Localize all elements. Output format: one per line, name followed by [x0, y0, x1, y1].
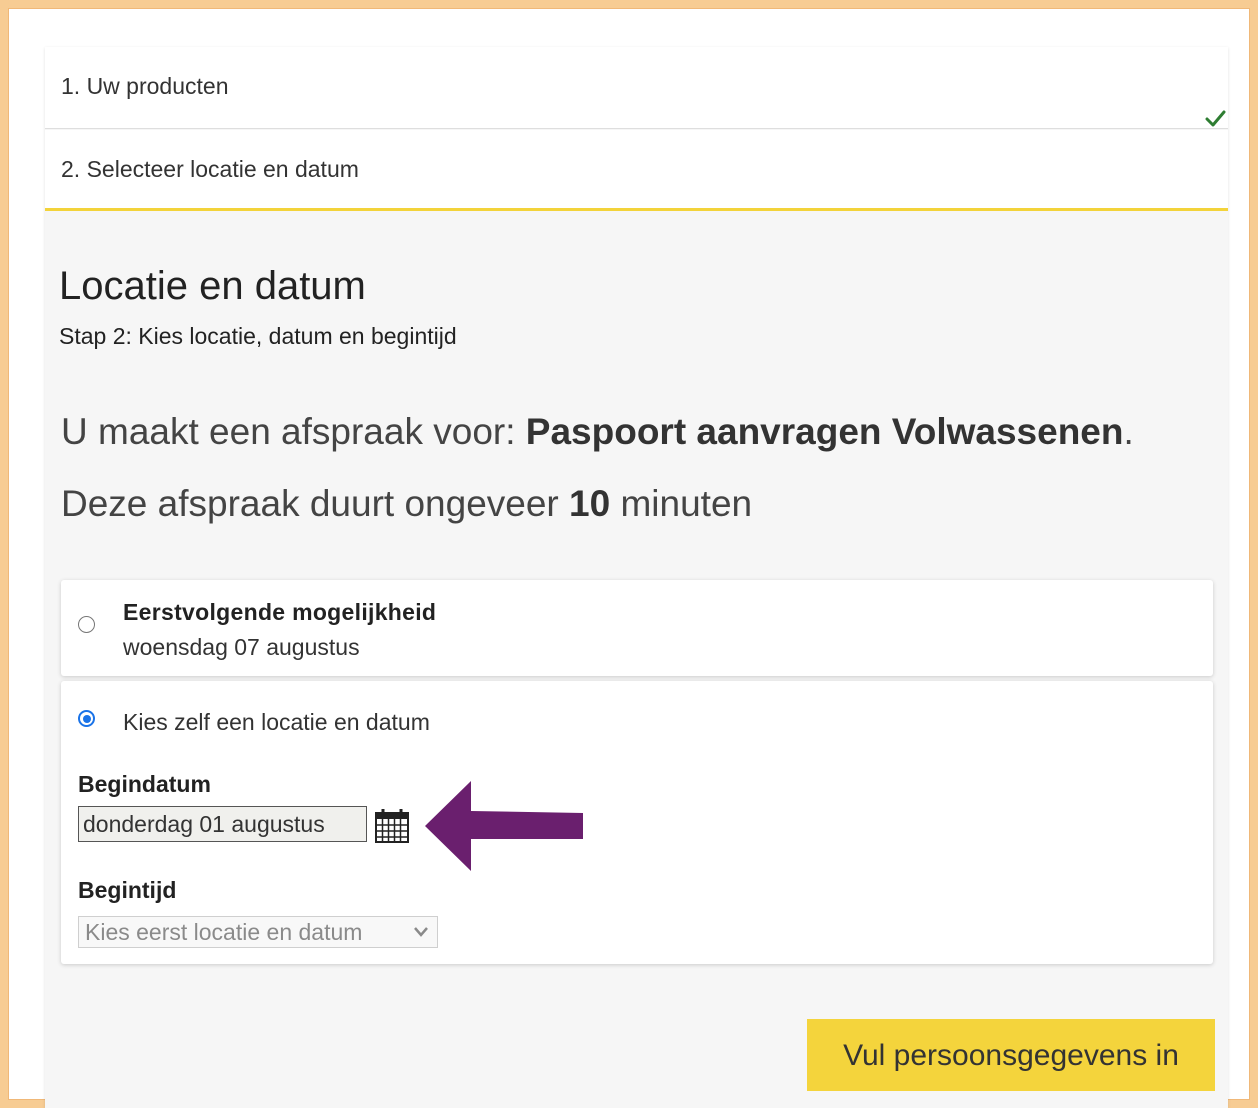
chevron-down-icon [414, 927, 428, 937]
arrow-icon [425, 781, 583, 871]
appointment-prefix: U maakt een afspraak voor: [61, 411, 526, 452]
option-first-available[interactable]: Eerstvolgende mogelijkheid woensdag 07 a… [61, 580, 1213, 676]
appointment-duration-line: Deze afspraak duurt ongeveer 10 minuten [61, 483, 752, 525]
appointment-product-line: U maakt een afspraak voor: Paspoort aanv… [61, 411, 1134, 453]
option-custom[interactable]: Kies zelf een locatie en datum Begindatu… [61, 681, 1213, 964]
option-first-available-date: woensdag 07 augustus [123, 634, 360, 660]
start-date-input[interactable]: donderdag 01 augustus [78, 806, 367, 842]
step-location-date[interactable]: 2. Selecteer locatie en datum [45, 130, 1228, 211]
step-products-label: 1. Uw producten [61, 73, 229, 99]
step-location-date-label: 2. Selecteer locatie en datum [61, 156, 359, 182]
start-time-label: Begintijd [78, 877, 177, 903]
page-title: Locatie en datum [59, 264, 366, 308]
start-date-label: Begindatum [78, 771, 211, 797]
check-icon [1205, 110, 1226, 127]
start-time-select-value: Kies eerst locatie en datum [85, 919, 363, 945]
option-custom-label: Kies zelf een locatie en datum [123, 709, 430, 735]
duration-value: 10 [569, 483, 611, 524]
appointment-card: 1. Uw producten 2. Selecteer locatie en … [45, 47, 1228, 1108]
appointment-suffix: . [1123, 411, 1134, 452]
start-time-select[interactable]: Kies eerst locatie en datum [78, 916, 438, 948]
radio-custom[interactable] [78, 710, 95, 727]
fill-personal-details-button[interactable]: Vul persoonsgegevens in [807, 1019, 1215, 1091]
page-subtitle: Stap 2: Kies locatie, datum en begintijd [59, 323, 457, 349]
appointment-product: Paspoort aanvragen Volwassenen [525, 411, 1124, 452]
duration-suffix: minuten [610, 483, 753, 524]
duration-prefix: Deze afspraak duurt ongeveer [61, 483, 570, 524]
radio-first-available[interactable] [78, 616, 95, 633]
step-products[interactable]: 1. Uw producten [45, 47, 1228, 129]
calendar-icon[interactable] [374, 808, 410, 844]
option-first-available-title: Eerstvolgende mogelijkheid [123, 599, 437, 625]
